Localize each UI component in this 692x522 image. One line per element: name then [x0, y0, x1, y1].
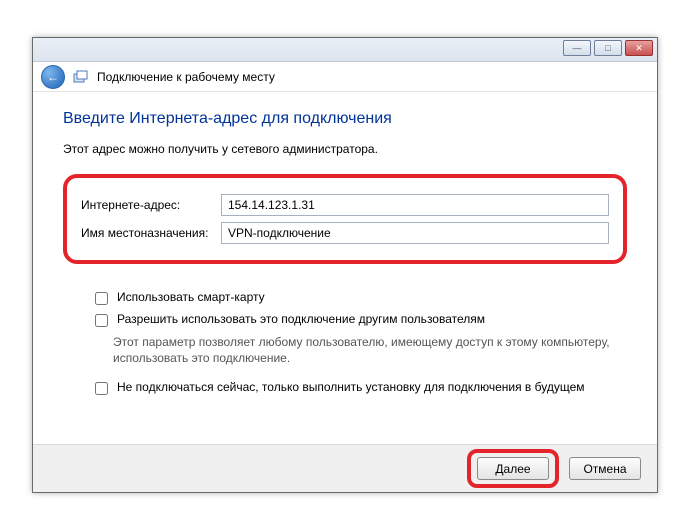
- maximize-button[interactable]: □: [594, 40, 622, 56]
- dont-connect-checkbox[interactable]: [95, 382, 108, 395]
- internet-address-input[interactable]: [221, 194, 609, 216]
- allow-others-desc: Этот параметр позволяет любому пользоват…: [113, 334, 627, 366]
- minimize-icon: —: [573, 43, 582, 53]
- allow-others-checkbox[interactable]: [95, 314, 108, 327]
- maximize-icon: □: [605, 43, 610, 53]
- titlebar: — □ ✕: [33, 38, 657, 62]
- page-description: Этот адрес можно получить у сетевого адм…: [63, 142, 627, 156]
- footer: Далее Отмена: [33, 444, 657, 492]
- wizard-icon: [73, 69, 89, 85]
- smartcard-label: Использовать смарт-карту: [117, 290, 265, 304]
- dont-connect-row: Не подключаться сейчас, только выполнить…: [91, 380, 627, 398]
- allow-others-label: Разрешить использовать это подключение д…: [117, 312, 485, 326]
- content-area: Введите Интернета-адрес для подключения …: [33, 92, 657, 398]
- destination-name-row: Имя местоназначения:: [81, 222, 609, 244]
- back-arrow-icon: ←: [47, 70, 59, 84]
- form-highlight: Интернете-адрес: Имя местоназначения:: [63, 174, 627, 264]
- minimize-button[interactable]: —: [563, 40, 591, 56]
- internet-address-label: Интернете-адрес:: [81, 198, 221, 212]
- smartcard-row: Использовать смарт-карту: [91, 290, 627, 308]
- cancel-button[interactable]: Отмена: [569, 457, 641, 480]
- dont-connect-label: Не подключаться сейчас, только выполнить…: [117, 380, 585, 394]
- back-button[interactable]: ←: [41, 65, 65, 89]
- allow-others-row: Разрешить использовать это подключение д…: [91, 312, 627, 330]
- page-heading: Введите Интернета-адрес для подключения: [63, 110, 627, 128]
- next-highlight: Далее: [467, 449, 559, 488]
- close-button[interactable]: ✕: [625, 40, 653, 56]
- destination-name-input[interactable]: [221, 222, 609, 244]
- smartcard-checkbox[interactable]: [95, 292, 108, 305]
- wizard-title: Подключение к рабочему месту: [97, 70, 275, 84]
- internet-address-row: Интернете-адрес:: [81, 194, 609, 216]
- nav-bar: ← Подключение к рабочему месту: [33, 62, 657, 92]
- close-icon: ✕: [635, 43, 643, 54]
- wizard-window: — □ ✕ ← Подключение к рабочему месту Вве…: [32, 37, 658, 493]
- next-button[interactable]: Далее: [477, 457, 549, 480]
- destination-name-label: Имя местоназначения:: [81, 226, 221, 240]
